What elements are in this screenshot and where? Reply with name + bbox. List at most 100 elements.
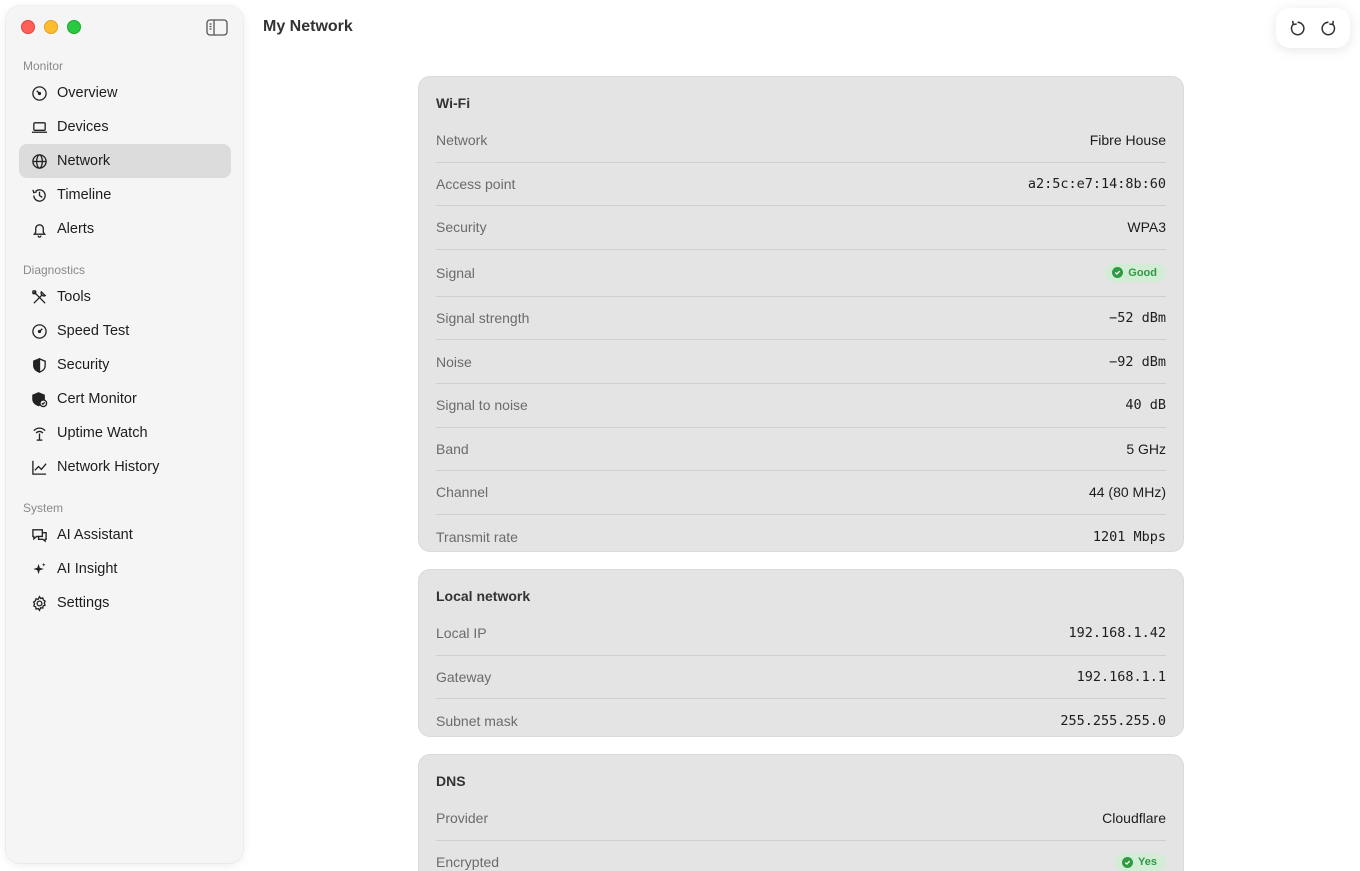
table-row: Channel 44 (80 MHz): [436, 471, 1166, 515]
row-label: Channel: [436, 484, 489, 501]
sidebar-item-uptime-watch[interactable]: Uptime Watch: [19, 416, 231, 450]
table-row: Signal Good: [436, 250, 1166, 297]
sidebar-item-devices[interactable]: Devices: [19, 110, 231, 144]
sidebar-item-label: Settings: [57, 595, 110, 611]
table-row: Security WPA3: [436, 206, 1166, 250]
check-circle-icon: [1112, 267, 1124, 279]
local-network-card: Local network Local IP 192.168.1.42 Gate…: [418, 569, 1184, 737]
table-row: Gateway 192.168.1.1: [436, 656, 1166, 700]
table-row: Network Fibre House: [436, 119, 1166, 163]
minimize-window-button[interactable]: [44, 20, 58, 34]
refresh-button[interactable]: [1318, 17, 1340, 39]
sidebar-item-network-history[interactable]: Network History: [19, 450, 231, 484]
gear-icon: [30, 594, 48, 612]
row-label: Signal: [436, 264, 475, 281]
row-value: WPA3: [1127, 219, 1166, 236]
status-badge-label: Good: [1128, 266, 1157, 279]
dns-card: DNS Provider Cloudflare Encrypted Yes: [418, 754, 1184, 871]
sidebar-item-label: Speed Test: [57, 323, 130, 339]
sidebar-item-settings[interactable]: Settings: [19, 586, 231, 620]
sidebar-item-label: Tools: [57, 289, 91, 305]
row-value: a2:5c:e7:14:8b:60: [1027, 175, 1166, 192]
sidebar-item-label: Overview: [57, 85, 118, 101]
sidebar-item-ai-assistant[interactable]: AI Assistant: [19, 518, 231, 552]
sidebar-item-tools[interactable]: Tools: [19, 280, 231, 314]
sidebar-item-label: Network History: [57, 459, 160, 475]
check-circle-icon: [1122, 856, 1134, 868]
page-title: My Network: [263, 18, 353, 35]
section-label-system: System: [23, 501, 64, 515]
line-chart-icon: [30, 458, 48, 476]
row-label: Transmit rate: [436, 528, 518, 545]
row-label: Encrypted: [436, 854, 500, 871]
row-value: 44 (80 MHz): [1088, 484, 1166, 501]
row-label: Provider: [436, 810, 489, 827]
row-value: Cloudflare: [1102, 810, 1166, 827]
wifi-card: Wi-Fi Network Fibre House Access point a…: [418, 76, 1184, 552]
table-row: Band 5 GHz: [436, 428, 1166, 472]
table-row: Local IP 192.168.1.42: [436, 612, 1166, 656]
sidebar-item-timeline[interactable]: Timeline: [19, 178, 231, 212]
undo-refresh-button[interactable]: [1287, 17, 1309, 39]
globe-icon: [30, 152, 48, 170]
table-row: Subnet mask 255.255.255.0: [436, 699, 1166, 743]
table-row: Encrypted Yes: [436, 841, 1166, 871]
card-title: Wi-Fi: [436, 95, 471, 111]
table-row: Signal strength −52 dBm: [436, 297, 1166, 341]
row-value: 5 GHz: [1126, 440, 1166, 457]
sidebar-item-label: Timeline: [57, 187, 112, 203]
row-value: 1201 Mbps: [1092, 528, 1166, 545]
sidebar-item-label: AI Insight: [57, 561, 118, 577]
sidebar-item-alerts[interactable]: Alerts: [19, 212, 231, 246]
close-window-button[interactable]: [21, 20, 35, 34]
sidebar-item-network[interactable]: Network: [19, 144, 231, 178]
gauge-icon: [30, 84, 48, 102]
sidebar-item-label: Security: [57, 357, 110, 373]
sidebar-item-label: Alerts: [57, 221, 95, 237]
sidebar-item-speed-test[interactable]: Speed Test: [19, 314, 231, 348]
status-badge-label: Yes: [1138, 856, 1157, 869]
row-value: −52 dBm: [1109, 310, 1166, 327]
laptop-icon: [30, 118, 48, 136]
table-row: Access point a2:5c:e7:14:8b:60: [436, 163, 1166, 207]
sidebar-item-label: Devices: [57, 119, 109, 135]
window-controls: [21, 20, 81, 34]
row-value: 40 dB: [1125, 397, 1166, 414]
row-label: Band: [436, 440, 469, 457]
sidebar-item-label: Network: [57, 153, 111, 169]
antenna-icon: [30, 424, 48, 442]
chat-bubbles-icon: [30, 526, 48, 544]
sidebar-item-overview[interactable]: Overview: [19, 76, 231, 110]
sidebar-item-label: Uptime Watch: [57, 425, 148, 441]
sidebar: Monitor Overview Devices Network Timelin…: [6, 6, 243, 863]
row-label: Signal strength: [436, 310, 530, 327]
row-label: Signal to noise: [436, 397, 528, 414]
sidebar-item-label: AI Assistant: [57, 527, 133, 543]
row-label: Gateway: [436, 668, 492, 685]
card-title: Local network: [436, 588, 531, 604]
row-value: Fibre House: [1089, 132, 1166, 149]
row-label: Noise: [436, 353, 472, 370]
row-label: Security: [436, 219, 487, 236]
row-label: Subnet mask: [436, 712, 518, 729]
bell-icon: [30, 220, 48, 238]
speedometer-icon: [30, 322, 48, 340]
table-row: Noise −92 dBm: [436, 340, 1166, 384]
rotate-right-icon: [1321, 20, 1336, 35]
table-row: Transmit rate 1201 Mbps: [436, 515, 1166, 559]
sidebar-item-cert-monitor[interactable]: Cert Monitor: [19, 382, 231, 416]
toolbar: [1276, 8, 1350, 48]
zoom-window-button[interactable]: [67, 20, 81, 34]
sparkles-icon: [30, 560, 48, 578]
row-value: 192.168.1.42: [1068, 625, 1166, 642]
section-label-monitor: Monitor: [23, 59, 64, 73]
row-label: Local IP: [436, 625, 487, 642]
row-value: −92 dBm: [1109, 353, 1166, 370]
table-row: Provider Cloudflare: [436, 797, 1166, 841]
row-value: 192.168.1.1: [1076, 668, 1166, 685]
shield-icon: [30, 356, 48, 374]
sidebar-item-ai-insight[interactable]: AI Insight: [19, 552, 231, 586]
row-label: Access point: [436, 175, 516, 192]
sidebar-item-security[interactable]: Security: [19, 348, 231, 382]
sidebar-toggle-icon[interactable]: [206, 19, 228, 36]
